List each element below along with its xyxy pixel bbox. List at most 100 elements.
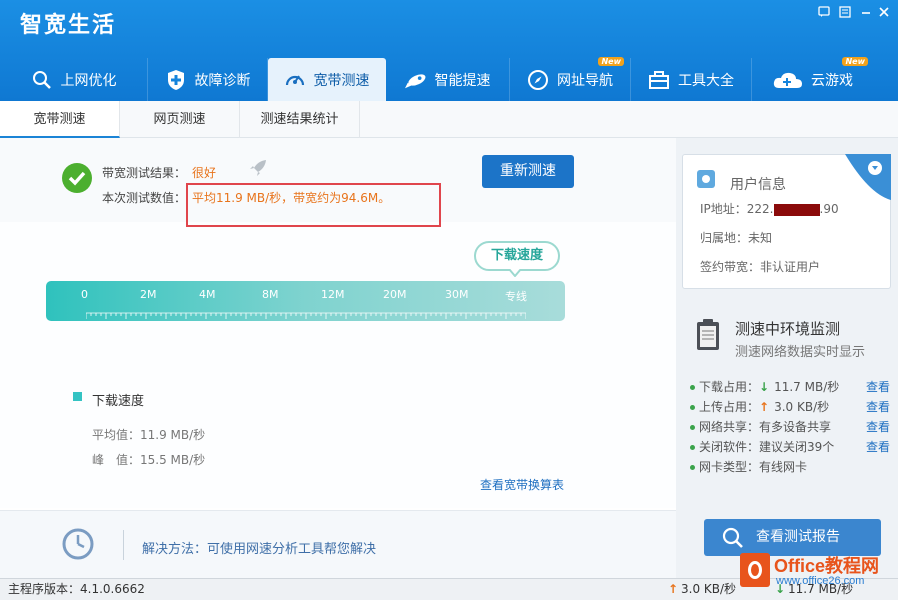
status-dot [690, 445, 695, 450]
speed-gauge: 0 2M 4M 8M 12M 20M 30M 专线 [46, 281, 565, 321]
item-label: 网卡类型： [699, 460, 760, 474]
user-info-title: 用户信息 [730, 177, 786, 193]
tab-result-stats[interactable]: 测速结果统计 [240, 101, 360, 138]
gauge-tick: 20M [383, 288, 407, 301]
nav-speedtest[interactable]: 宽带测速 [268, 58, 386, 101]
status-dot [690, 405, 695, 410]
close-icon[interactable] [877, 6, 891, 20]
item-label: 网络共享： [699, 420, 760, 434]
version-text: 主程序版本：4.1.0.6662 [8, 582, 145, 596]
nav-label: 工具大全 [678, 72, 734, 89]
avg-speed: 平均值：11.9 MB/秒 [92, 428, 206, 442]
legend-swatch [73, 392, 82, 401]
gauge-tick: 2M [140, 288, 157, 301]
nav-label: 网址导航 [557, 72, 613, 89]
nav-label: 上网优化 [60, 72, 117, 89]
gauge-scale [86, 312, 526, 319]
ip-redaction [773, 203, 820, 216]
see-link[interactable]: 查看 [866, 437, 890, 457]
minimize-icon[interactable] [859, 6, 873, 20]
monitor-item-upload: 上传占用：↑ 3.0 KB/秒 查看 [690, 397, 890, 417]
monitor-title: 测速中环境监测 [735, 320, 841, 338]
item-label: 关闭软件： [699, 440, 760, 454]
result-label: 带宽测试结果： [102, 166, 187, 180]
new-badge: New [842, 57, 868, 66]
rocket-small-icon [248, 158, 268, 181]
office-logo-icon [740, 553, 770, 587]
new-badge: New [598, 57, 624, 66]
up-arrow-icon: ↑ [759, 400, 770, 414]
ip-prefix: IP地址：222. [700, 202, 774, 216]
item-value: 3.0 KB/秒 [774, 400, 830, 414]
clipboard-icon [695, 318, 721, 355]
nav-label: 故障诊断 [194, 72, 251, 89]
tab-webpage-speed[interactable]: 网页测速 [120, 101, 240, 138]
test-value-label: 本次测试数值： [102, 191, 187, 205]
solution-text: 解决方法：可使用网速分析工具帮您解决 [142, 542, 377, 557]
peak-speed: 峰 值：15.5 MB/秒 [92, 453, 206, 467]
nav-navigation[interactable]: 网址导航 New [510, 57, 631, 101]
nav-diagnose[interactable]: 故障诊断 [148, 58, 268, 101]
search-icon [31, 69, 53, 91]
speedometer-icon [284, 69, 306, 91]
item-value: 11.7 MB/秒 [774, 380, 840, 394]
gauge-tick: 12M [321, 288, 345, 301]
sub-tabs: 宽带测速 网页测速 测速结果统计 [0, 101, 898, 138]
ip-address: IP地址：222. .90 [700, 200, 839, 217]
download-corner-icon[interactable] [845, 154, 891, 200]
nav-tools[interactable]: 工具大全 [631, 58, 752, 101]
search-icon [722, 527, 743, 548]
monitor-list: 下载占用：↓ 11.7 MB/秒 查看 上传占用：↑ 3.0 KB/秒 查看 网络共享：… [690, 377, 890, 477]
nav-label: 云游戏 [811, 72, 853, 89]
monitor-item-download: 下载占用：↓ 11.7 MB/秒 查看 [690, 377, 890, 397]
user-icon [696, 169, 716, 192]
see-link[interactable]: 查看 [866, 417, 890, 437]
nav-cloud-game[interactable]: 云游戏 New [752, 57, 874, 101]
highlight-box [186, 183, 441, 227]
main-nav: 上网优化 故障诊断 宽带测速 智能提速 网址导航 New 工具大全 云游戏 Ne… [0, 57, 874, 101]
up-arrow-icon: ↑ [668, 582, 679, 596]
rocket-icon [404, 69, 427, 91]
monitor-subtitle: 测速网络数据实时显示 [735, 345, 866, 360]
status-dot [690, 465, 695, 470]
status-upload: 3.0 KB/秒 [681, 582, 737, 596]
monitor-item-sharing: 网络共享：有多设备共享 查看 [690, 417, 890, 437]
gauge-tick: 0 [81, 288, 88, 301]
item-value: 有多设备共享 [759, 420, 832, 434]
retest-button[interactable]: 重新测速 [482, 155, 574, 188]
monitor-item-nic-type: 网卡类型：有线网卡 [690, 457, 890, 477]
item-value: 建议关闭39个 [759, 440, 835, 454]
watermark-url: www.office26.com [776, 575, 865, 587]
download-speed-bubble: 下载速度 [474, 241, 560, 271]
conversion-table-link[interactable]: 查看宽带换算表 [480, 476, 564, 493]
location: 归属地：未知 [700, 231, 773, 245]
legend-label: 下载速度 [92, 394, 145, 409]
compass-icon [527, 69, 549, 91]
status-dot [690, 385, 695, 390]
nav-optimize[interactable]: 上网优化 [0, 58, 148, 101]
item-value: 有线网卡 [759, 460, 808, 474]
status-dot [690, 425, 695, 430]
see-link[interactable]: 查看 [866, 377, 890, 397]
gauge-tick: 8M [262, 288, 279, 301]
bubble-pointer [509, 269, 521, 277]
item-label: 上传占用： [699, 400, 760, 414]
monitor-item-close-software: 关闭软件：建议关闭39个 查看 [690, 437, 890, 457]
menu-icon[interactable] [838, 6, 852, 20]
toolbox-icon [648, 69, 670, 91]
result-value: 很好 [192, 166, 217, 180]
down-arrow-icon: ↓ [759, 380, 770, 394]
title-bar: 智宽生活 上网优化 故障诊断 宽带测速 智能提速 网址导航 New 工具大全 云… [0, 0, 898, 101]
nav-boost[interactable]: 智能提速 [386, 58, 510, 101]
check-icon [62, 163, 92, 193]
gauge-tick: 30M [445, 288, 469, 301]
see-link[interactable]: 查看 [866, 397, 890, 417]
cloud-game-icon [773, 69, 803, 91]
contract-bandwidth: 签约带宽：非认证用户 [700, 260, 821, 274]
item-label: 下载占用： [699, 380, 760, 394]
gauge-tick: 4M [199, 288, 216, 301]
ip-suffix: .90 [819, 202, 839, 216]
watermark: Office教程网 www.office26.com [736, 548, 898, 600]
feedback-icon[interactable] [817, 6, 831, 20]
tab-broadband-speed[interactable]: 宽带测速 [0, 101, 120, 138]
